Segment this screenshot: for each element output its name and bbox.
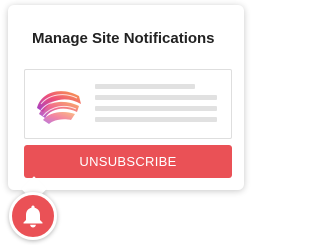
bell-icon (23, 205, 43, 228)
dialog-title: Manage Site Notifications (32, 30, 215, 47)
placeholder-line (95, 117, 217, 122)
notification-bell-button[interactable] (9, 192, 57, 240)
notification-preview-card (24, 69, 232, 139)
site-logo-icon (37, 91, 81, 124)
placeholder-line (95, 106, 217, 111)
placeholder-line (95, 84, 195, 89)
placeholder-line (95, 95, 217, 100)
notification-dialog: Manage Site Notifications UNSUBSCRIBE (8, 5, 244, 190)
unsubscribe-button[interactable]: UNSUBSCRIBE (24, 145, 232, 178)
